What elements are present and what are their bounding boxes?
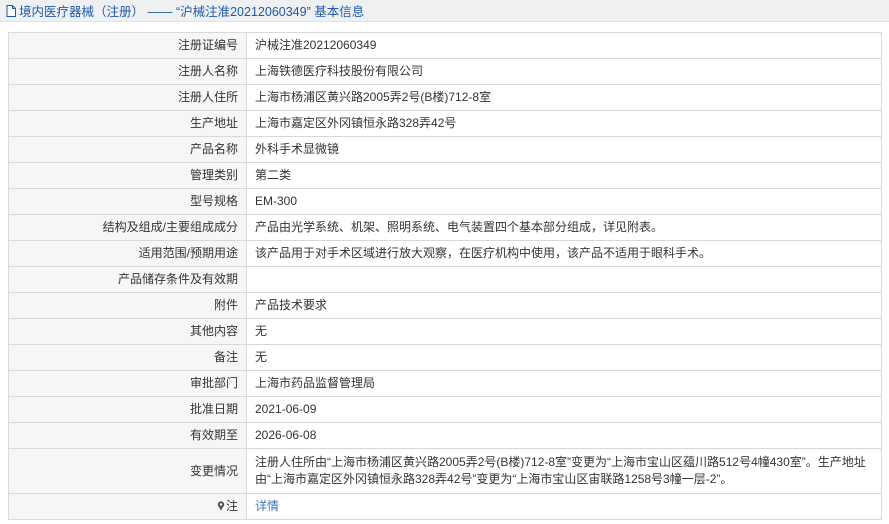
row-label: 管理类别 bbox=[8, 162, 247, 189]
table-row-approval-date: 批准日期 2021-06-09 bbox=[8, 396, 882, 423]
row-label: 附件 bbox=[8, 292, 247, 319]
table-row-registrant-address: 注册人住所 上海市杨浦区黄兴路2005弄2号(B楼)712-8室 bbox=[8, 84, 882, 111]
row-value: 该产品用于对手术区域进行放大观察，在医疗机构中使用，该产品不适用于眼科手术。 bbox=[246, 240, 882, 267]
row-value: 上海市杨浦区黄兴路2005弄2号(B楼)712-8室 bbox=[246, 84, 882, 111]
row-label: 型号规格 bbox=[8, 188, 247, 215]
row-value: 详情 bbox=[246, 493, 882, 520]
table-row-note: 注 详情 bbox=[8, 493, 882, 520]
table-row-valid-until: 有效期至 2026-06-08 bbox=[8, 422, 882, 449]
row-value: 沪械注准20212060349 bbox=[246, 32, 882, 59]
table-row-management-category: 管理类别 第二类 bbox=[8, 162, 882, 189]
row-value bbox=[246, 266, 882, 293]
row-value: EM-300 bbox=[246, 188, 882, 215]
table-row-registrant-name: 注册人名称 上海铁德医疗科技股份有限公司 bbox=[8, 58, 882, 85]
row-value: 注册人住所由“上海市杨浦区黄兴路2005弄2号(B楼)712-8室”变更为“上海… bbox=[246, 448, 882, 494]
row-value: 上海市嘉定区外冈镇恒永路328弄42号 bbox=[246, 110, 882, 137]
row-value: 外科手术显微镜 bbox=[246, 136, 882, 163]
table-row-registration-number: 注册证编号 沪械注准20212060349 bbox=[8, 32, 882, 59]
row-label: 注册证编号 bbox=[8, 32, 247, 59]
document-icon bbox=[6, 4, 16, 17]
row-label: 审批部门 bbox=[8, 370, 247, 397]
table-row-approval-dept: 审批部门 上海市药品监督管理局 bbox=[8, 370, 882, 397]
row-label: 注册人住所 bbox=[8, 84, 247, 111]
row-value: 2021-06-09 bbox=[246, 396, 882, 423]
row-label: 变更情况 bbox=[8, 448, 247, 494]
row-value: 第二类 bbox=[246, 162, 882, 189]
row-value: 产品由光学系统、机架、照明系统、电气装置四个基本部分组成，详见附表。 bbox=[246, 214, 882, 241]
row-value: 上海市药品监督管理局 bbox=[246, 370, 882, 397]
table-row-product-name: 产品名称 外科手术显微镜 bbox=[8, 136, 882, 163]
row-label: 生产地址 bbox=[8, 110, 247, 137]
pin-icon bbox=[217, 501, 225, 511]
row-label: 产品名称 bbox=[8, 136, 247, 163]
row-value: 无 bbox=[246, 344, 882, 371]
row-value: 上海铁德医疗科技股份有限公司 bbox=[246, 58, 882, 85]
row-label: 结构及组成/主要组成成分 bbox=[8, 214, 247, 241]
table-row-intended-use: 适用范围/预期用途 该产品用于对手术区域进行放大观察，在医疗机构中使用，该产品不… bbox=[8, 240, 882, 267]
row-label: 适用范围/预期用途 bbox=[8, 240, 247, 267]
table-row-attachment: 附件 产品技术要求 bbox=[8, 292, 882, 319]
row-value: 2026-06-08 bbox=[246, 422, 882, 449]
row-label: 注册人名称 bbox=[8, 58, 247, 85]
row-label: 批准日期 bbox=[8, 396, 247, 423]
row-label: 其他内容 bbox=[8, 318, 247, 345]
row-label: 有效期至 bbox=[8, 422, 247, 449]
table-row-storage: 产品储存条件及有效期 bbox=[8, 266, 882, 293]
table-row-structure: 结构及组成/主要组成成分 产品由光学系统、机架、照明系统、电气装置四个基本部分组… bbox=[8, 214, 882, 241]
note-label: 注 bbox=[225, 499, 238, 513]
row-value: 无 bbox=[246, 318, 882, 345]
page-header: 境内医疗器械（注册） —— “沪械注准20212060349” 基本信息 bbox=[0, 0, 889, 22]
info-table: 注册证编号 沪械注准20212060349 注册人名称 上海铁德医疗科技股份有限… bbox=[8, 32, 882, 520]
row-label: 产品储存条件及有效期 bbox=[8, 266, 247, 293]
row-value: 产品技术要求 bbox=[246, 292, 882, 319]
table-row-model-spec: 型号规格 EM-300 bbox=[8, 188, 882, 215]
table-row-other: 其他内容 无 bbox=[8, 318, 882, 345]
row-label-note: 注 bbox=[8, 493, 247, 520]
table-row-production-address: 生产地址 上海市嘉定区外冈镇恒永路328弄42号 bbox=[8, 110, 882, 137]
details-link[interactable]: 详情 bbox=[255, 499, 279, 513]
page-title: 境内医疗器械（注册） —— “沪械注准20212060349” 基本信息 bbox=[19, 5, 365, 19]
row-label: 备注 bbox=[8, 344, 247, 371]
table-row-remarks: 备注 无 bbox=[8, 344, 882, 371]
table-row-changes: 变更情况 注册人住所由“上海市杨浦区黄兴路2005弄2号(B楼)712-8室”变… bbox=[8, 448, 882, 494]
